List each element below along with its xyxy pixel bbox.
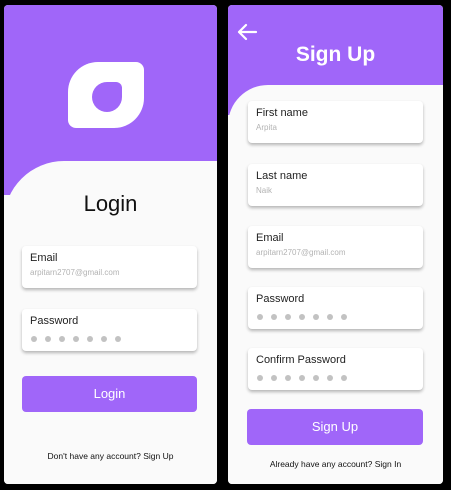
first-name-value: Arpita bbox=[256, 123, 277, 132]
mask-dot bbox=[327, 375, 333, 381]
first-name-label: First name bbox=[256, 107, 308, 119]
mask-dot bbox=[257, 375, 263, 381]
mask-dot bbox=[87, 336, 93, 342]
confirm-password-mask bbox=[257, 375, 347, 381]
mask-dot bbox=[101, 336, 107, 342]
signin-link[interactable]: Already have any account? Sign In bbox=[228, 459, 443, 469]
email-label: Email bbox=[256, 232, 284, 244]
login-title: Login bbox=[83, 191, 138, 216]
mask-dot bbox=[45, 336, 51, 342]
signup-email-field[interactable]: Email arpitarn2707@gmail.com bbox=[248, 226, 423, 268]
mask-dot bbox=[299, 375, 305, 381]
mask-dot bbox=[327, 314, 333, 320]
mask-dot bbox=[73, 336, 79, 342]
mask-dot bbox=[271, 375, 277, 381]
mask-dot bbox=[285, 375, 291, 381]
login-password-field[interactable]: Password bbox=[22, 309, 197, 351]
password-label: Password bbox=[256, 293, 305, 305]
mask-dot bbox=[271, 314, 277, 320]
mask-dot bbox=[341, 314, 347, 320]
mask-dot bbox=[59, 336, 65, 342]
password-mask bbox=[257, 314, 347, 320]
mask-dot bbox=[313, 314, 319, 320]
password-label: Password bbox=[30, 315, 79, 327]
signup-password-field[interactable]: Password bbox=[248, 287, 423, 329]
last-name-field[interactable]: Last name Naik bbox=[248, 164, 423, 206]
mask-dot bbox=[313, 375, 319, 381]
back-arrow-icon[interactable] bbox=[236, 23, 258, 41]
leaf-logo-icon bbox=[68, 62, 144, 128]
mask-dot bbox=[285, 314, 291, 320]
login-email-field[interactable]: Email arpitarn2707@gmail.com bbox=[22, 246, 197, 288]
last-name-value: Naik bbox=[256, 186, 273, 195]
login-screen: Login Email arpitarn2707@gmail.com Passw… bbox=[4, 5, 217, 484]
password-mask bbox=[31, 336, 121, 342]
email-label: Email bbox=[30, 252, 58, 264]
mask-dot bbox=[31, 336, 37, 342]
confirm-password-label: Confirm Password bbox=[256, 354, 346, 366]
first-name-field[interactable]: First name Arpita bbox=[248, 101, 423, 143]
signup-title: Sign Up bbox=[295, 43, 376, 66]
mask-dot bbox=[341, 375, 347, 381]
signup-link[interactable]: Don't have any account? Sign Up bbox=[4, 451, 217, 461]
mask-dot bbox=[115, 336, 121, 342]
mask-dot bbox=[257, 314, 263, 320]
login-button[interactable]: Login bbox=[22, 376, 197, 412]
signup-screen: Sign Up First name Arpita Last name Naik… bbox=[228, 5, 443, 484]
email-value: arpitarn2707@gmail.com bbox=[256, 248, 346, 257]
confirm-password-field[interactable]: Confirm Password bbox=[248, 348, 423, 390]
last-name-label: Last name bbox=[256, 170, 308, 182]
email-value: arpitarn2707@gmail.com bbox=[30, 268, 120, 277]
signup-button[interactable]: Sign Up bbox=[247, 409, 423, 445]
mask-dot bbox=[299, 314, 305, 320]
